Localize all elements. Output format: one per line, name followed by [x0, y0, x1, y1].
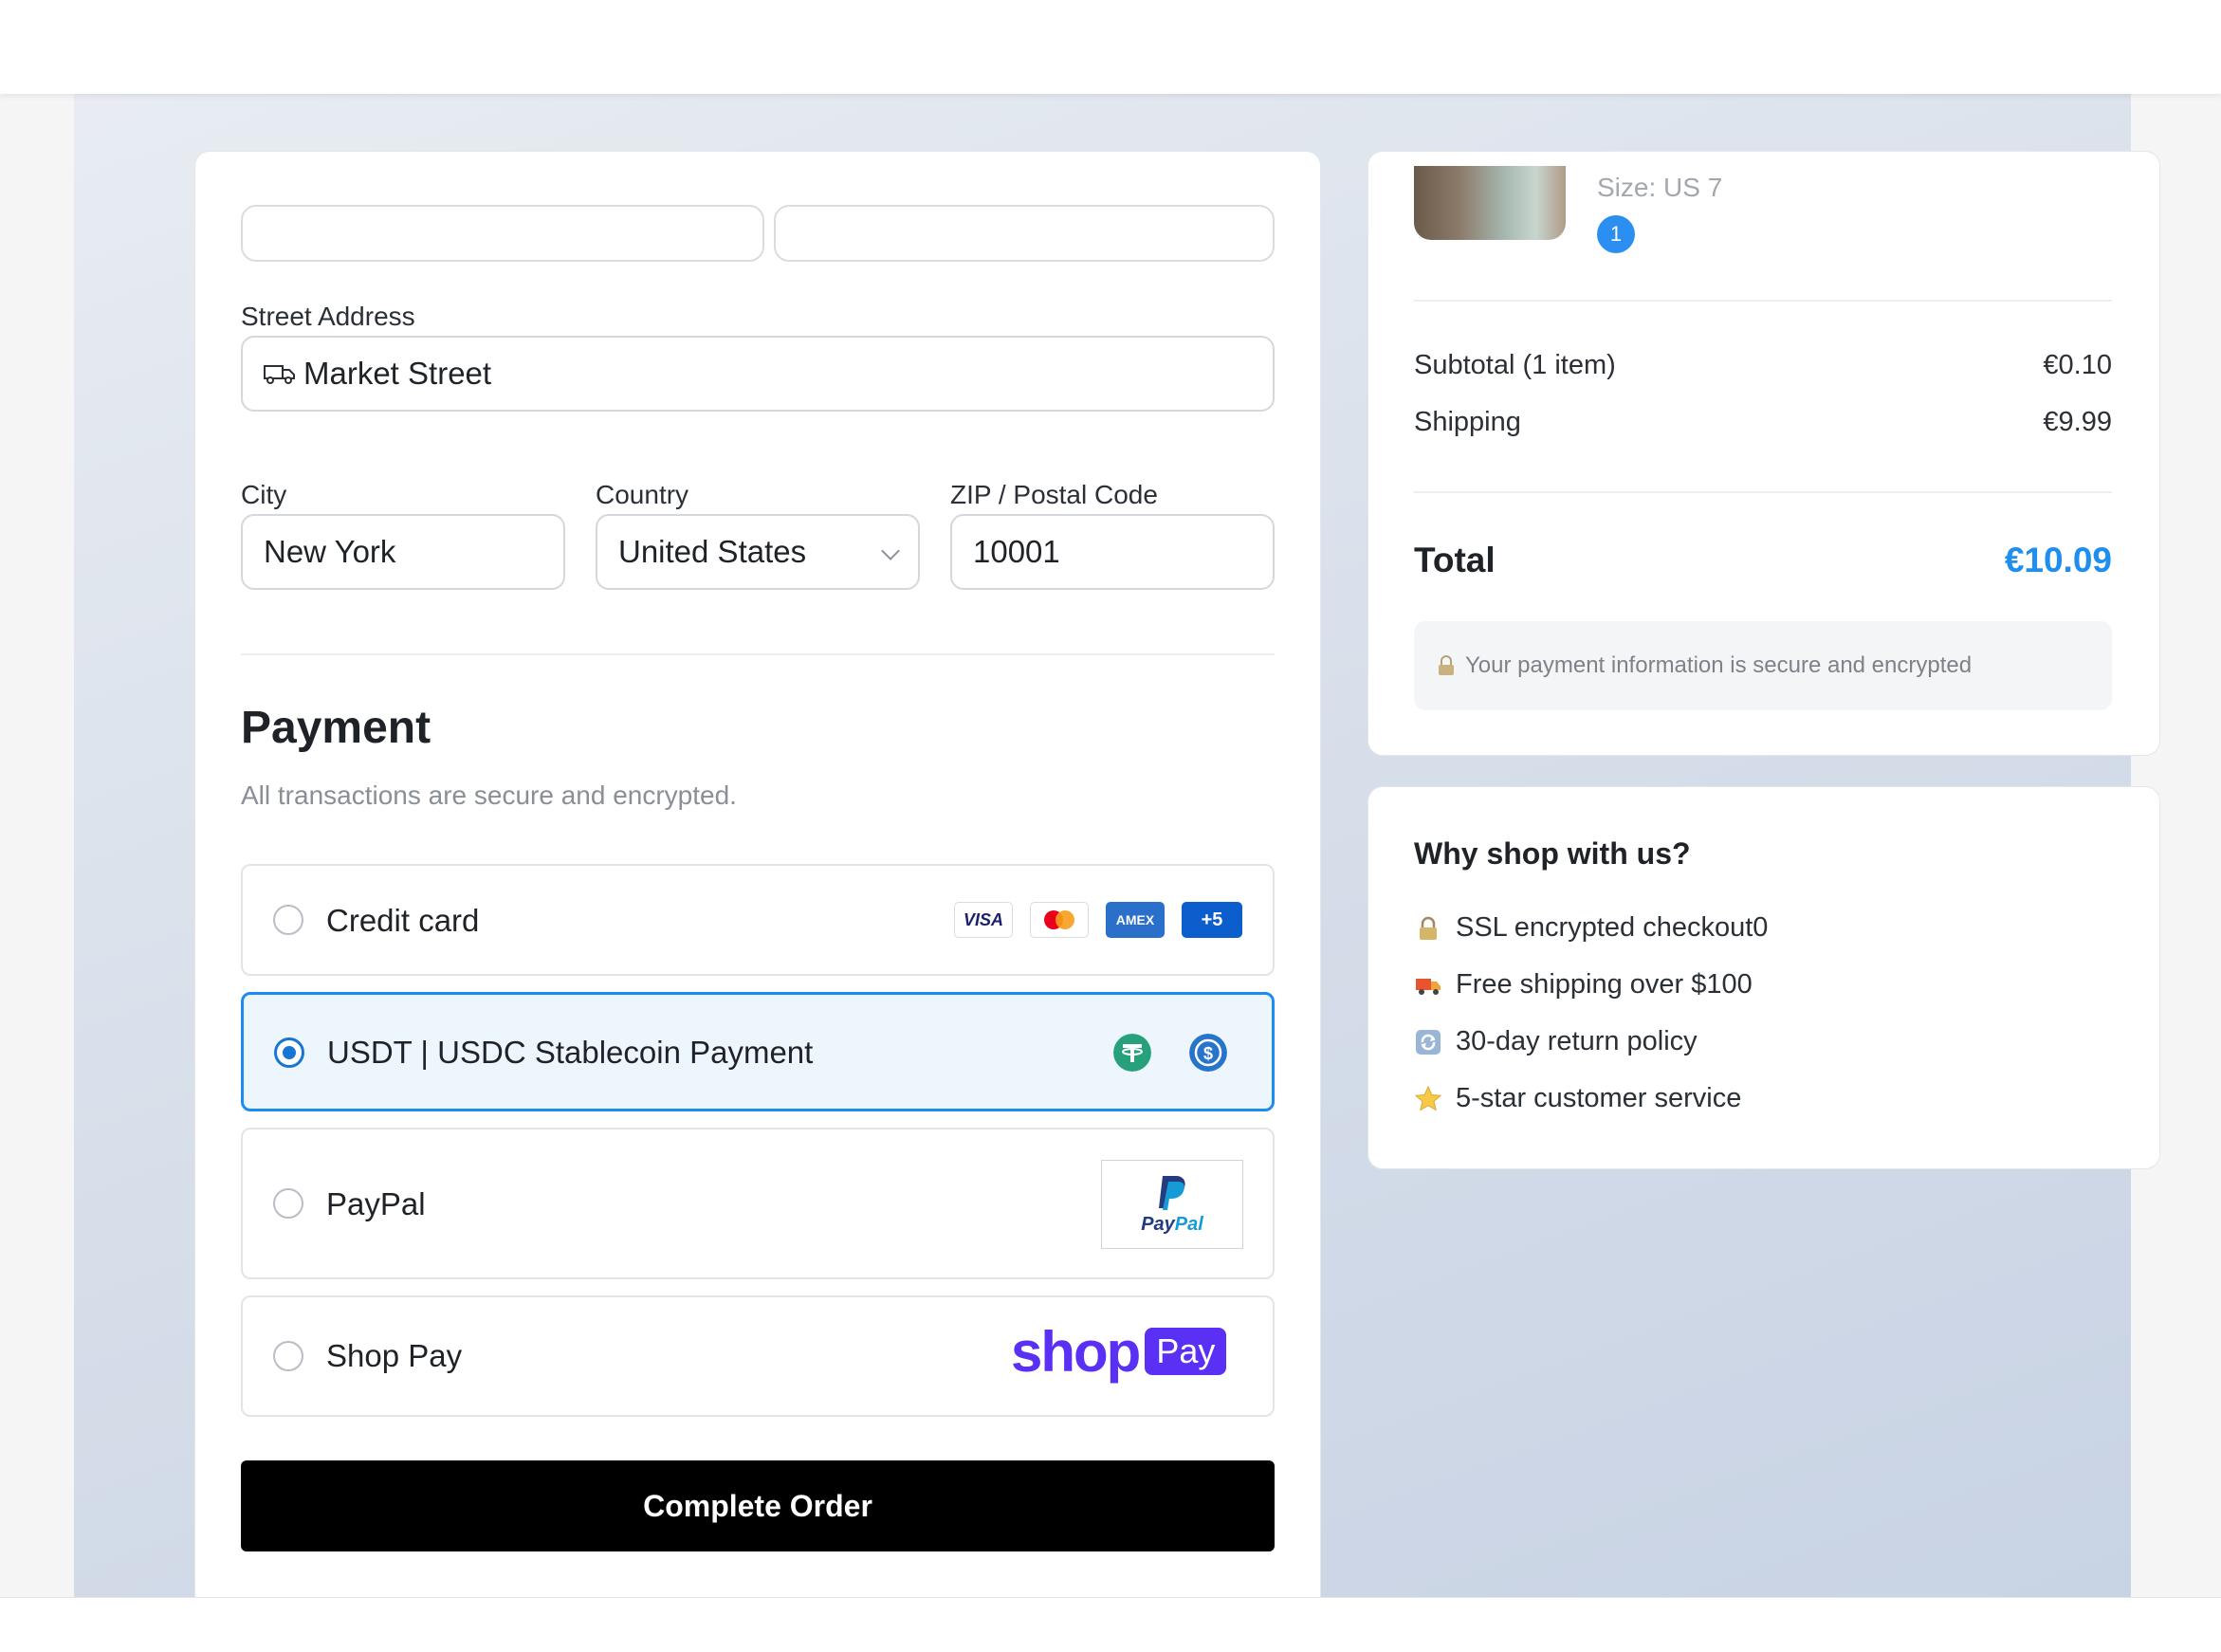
lock-icon	[1420, 916, 1437, 940]
country-select[interactable]: United States	[596, 514, 920, 590]
country-label: Country	[596, 480, 689, 509]
why-item-shipping: Free shipping over $100	[1414, 969, 1753, 1000]
why-item-ssl: SSL encrypted checkout0	[1414, 912, 1768, 944]
payment-option-credit-card[interactable]: Credit card VISA AMEX +5	[241, 864, 1275, 976]
payment-subtitle: All transactions are secure and encrypte…	[241, 780, 737, 810]
shop-pay-logo-shop: shop	[1011, 1319, 1141, 1384]
item-size: Size: US 7	[1597, 173, 1723, 202]
payment-option-paypal[interactable]: PayPal PayPal	[241, 1128, 1275, 1279]
content-background: Street Address Market Street City Countr…	[74, 94, 2160, 1642]
paypal-icon	[1159, 1175, 1185, 1210]
zip-value: 10001	[973, 534, 1060, 569]
why-item-shipping-text: Free shipping over $100	[1456, 969, 1753, 1000]
quantity-badge: 1	[1597, 215, 1635, 253]
section-divider	[241, 653, 1275, 655]
shop-pay-logo: shop Pay	[1011, 1318, 1227, 1385]
city-label: City	[241, 480, 287, 509]
why-item-ssl-text: SSL encrypted checkout0	[1456, 912, 1769, 943]
secure-note-text: Your payment information is secure and e…	[1465, 652, 1973, 678]
amex-icon: AMEX	[1106, 902, 1165, 938]
usdc-icon: $	[1189, 1034, 1227, 1072]
street-address-label: Street Address	[241, 302, 415, 331]
product-thumbnail[interactable]	[1414, 166, 1566, 240]
shop-pay-label: Shop Pay	[326, 1338, 463, 1373]
why-item-service-text: 5-star customer service	[1456, 1083, 1742, 1113]
shipping-row: Shipping €9.99	[1414, 407, 2112, 438]
stablecoin-label: USDT | USDC Stablecoin Payment	[327, 1035, 814, 1070]
why-item-service: 5-star customer service	[1414, 1083, 1741, 1114]
paypal-logo: PayPal	[1101, 1160, 1243, 1249]
why-item-return-text: 30-day return policy	[1456, 1026, 1698, 1056]
why-shop-title: Why shop with us?	[1414, 836, 1691, 871]
city-input[interactable]: New York	[241, 514, 565, 590]
shipping-label: Shipping	[1414, 407, 1521, 437]
payment-option-stablecoin[interactable]: USDT | USDC Stablecoin Payment $	[241, 992, 1275, 1111]
payment-title: Payment	[241, 703, 431, 753]
star-icon	[1414, 1085, 1442, 1111]
street-address-input[interactable]: Market Street	[241, 336, 1275, 412]
top-header-bar	[0, 0, 2221, 94]
radio-paypal[interactable]	[273, 1188, 303, 1219]
secure-payment-note: Your payment information is secure and e…	[1414, 621, 2112, 710]
radio-stablecoin[interactable]	[274, 1037, 304, 1068]
chevron-down-icon	[881, 541, 900, 560]
order-summary-card: Size: US 7 1 Subtotal (1 item) €0.10 Shi…	[1367, 151, 2160, 756]
shop-pay-logo-pay: Pay	[1145, 1328, 1227, 1375]
total-label: Total	[1414, 541, 1496, 579]
return-icon	[1416, 1029, 1441, 1055]
truck-icon	[1416, 978, 1441, 995]
previous-input-right[interactable]	[774, 205, 1275, 262]
truck-icon	[264, 365, 295, 384]
total-row: Total €10.09	[1414, 541, 2112, 580]
visa-icon: VISA	[954, 902, 1013, 938]
total-value: €10.09	[2004, 541, 2112, 579]
radio-shop-pay[interactable]	[273, 1341, 303, 1371]
paypal-logo-pay: Pay	[1141, 1213, 1175, 1235]
lock-icon	[1439, 655, 1454, 675]
summary-divider-bottom	[1414, 491, 2112, 493]
city-value: New York	[264, 534, 396, 569]
why-shop-card: Why shop with us? SSL encrypted checkout…	[1367, 786, 2160, 1169]
more-cards-badge: +5	[1182, 902, 1242, 938]
subtotal-row: Subtotal (1 item) €0.10	[1414, 350, 2112, 381]
street-address-value: Market Street	[303, 356, 492, 391]
subtotal-value: €0.10	[2043, 350, 2112, 380]
why-item-return: 30-day return policy	[1414, 1026, 1698, 1057]
subtotal-label: Subtotal (1 item)	[1414, 350, 1616, 380]
bottom-footer-bar	[0, 1597, 2221, 1652]
svg-text:$: $	[1203, 1044, 1213, 1063]
complete-order-button[interactable]: Complete Order	[241, 1460, 1275, 1551]
usdt-icon	[1113, 1034, 1151, 1072]
zip-label: ZIP / Postal Code	[950, 480, 1158, 509]
checkout-form-card: Street Address Market Street City Countr…	[194, 151, 1321, 1642]
paypal-logo-pal: Pal	[1174, 1213, 1203, 1235]
radio-credit-card[interactable]	[273, 905, 303, 935]
country-value: United States	[618, 534, 807, 569]
previous-input-left[interactable]	[241, 205, 764, 262]
mastercard-icon	[1030, 902, 1089, 938]
zip-input[interactable]: 10001	[950, 514, 1275, 590]
shipping-value: €9.99	[2043, 407, 2112, 437]
summary-divider-top	[1414, 300, 2112, 302]
checkout-page: Street Address Market Street City Countr…	[0, 0, 2221, 1652]
payment-option-shop-pay[interactable]: Shop Pay shop Pay	[241, 1295, 1275, 1417]
paypal-label: PayPal	[326, 1186, 426, 1221]
credit-card-label: Credit card	[326, 903, 480, 938]
